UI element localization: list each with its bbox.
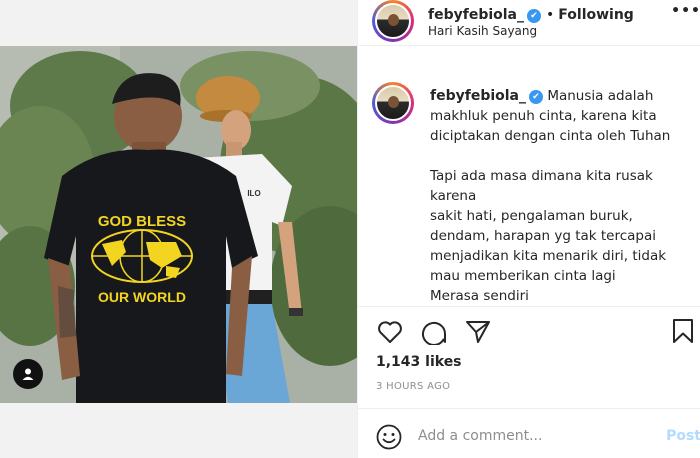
caption-line: karena [430, 188, 477, 204]
save-button[interactable] [672, 318, 698, 346]
media-bottom-margin [0, 403, 357, 458]
post-timestamp[interactable]: 3 HOURS AGO [376, 381, 450, 392]
shirt-print-top-text: GOD BLESS [98, 213, 186, 230]
paper-plane-icon [466, 321, 490, 343]
header-row: febyfebiola_ ✔ • Following [428, 4, 634, 23]
caption-line: dendam, harapan yg tak tercapai [430, 228, 657, 244]
action-bar [376, 318, 492, 346]
share-button[interactable] [464, 318, 492, 346]
following-button[interactable]: Following [558, 7, 634, 23]
post-details-panel: febyfebiola_ ✔ • Following Hari Kasih Sayan… [357, 0, 700, 458]
emoji-button[interactable] [376, 424, 402, 450]
caption-username[interactable]: febyfebiola_ [430, 88, 526, 104]
heart-icon [378, 321, 402, 343]
post-photo-illustration: GOD BLESS OUR WORLD ILO [0, 46, 357, 403]
user-tag-icon [22, 368, 34, 380]
verified-badge-icon: ✔ [529, 90, 544, 104]
post-location[interactable]: Hari Kasih Sayang [428, 24, 537, 38]
author-username[interactable]: febyfebiola_ [428, 7, 524, 23]
like-count[interactable]: 1,143 likes [376, 354, 462, 370]
smiley-icon [376, 424, 402, 450]
post-comment-button[interactable]: Post [666, 428, 700, 444]
comment-button[interactable] [420, 318, 448, 346]
tagged-users-button[interactable] [13, 359, 43, 389]
caption-line: menjadikan kita menarik diri, tidak [430, 248, 667, 264]
author-avatar[interactable] [372, 0, 414, 42]
caption-author-avatar[interactable] [372, 82, 414, 124]
caption-line: diciptakan dengan cinta oleh Tuhan [430, 128, 671, 144]
post-photo[interactable]: GOD BLESS OUR WORLD ILO [0, 46, 357, 403]
caption-line: Tapi ada masa dimana kita rusak [430, 168, 653, 184]
post-caption: febyfebiola_ ✔ Manusia adalah makhluk pen… [430, 86, 698, 306]
actions-divider [358, 306, 700, 307]
comment-icon [422, 321, 447, 345]
caption-line: Manusia adalah [547, 88, 654, 104]
caption-line: sakit hati, pengalaman buruk, [430, 208, 633, 224]
avatar-photo [375, 85, 411, 121]
like-button[interactable] [376, 318, 404, 346]
comment-input[interactable] [418, 423, 658, 449]
caption-line: mau memberikan cinta lagi [430, 268, 616, 284]
verified-badge-icon: ✔ [527, 9, 542, 23]
bookmark-icon [673, 319, 693, 343]
shirt-logo-text: ILO [247, 189, 260, 198]
shirt-print-bottom-text: OUR WORLD [98, 289, 186, 305]
caption-paragraph-gap [430, 146, 698, 166]
comment-bar: Post [358, 408, 700, 458]
avatar-photo [375, 3, 411, 39]
separator-dot: • [546, 7, 555, 23]
post-header: febyfebiola_ ✔ • Following Hari Kasih Sayan… [358, 0, 700, 46]
media-top-margin [0, 0, 357, 46]
more-options-icon[interactable]: ••• [671, 3, 700, 19]
caption-line: Merasa sendiri [430, 288, 529, 304]
caption-line: makhluk penuh cinta, karena kita [430, 108, 657, 124]
